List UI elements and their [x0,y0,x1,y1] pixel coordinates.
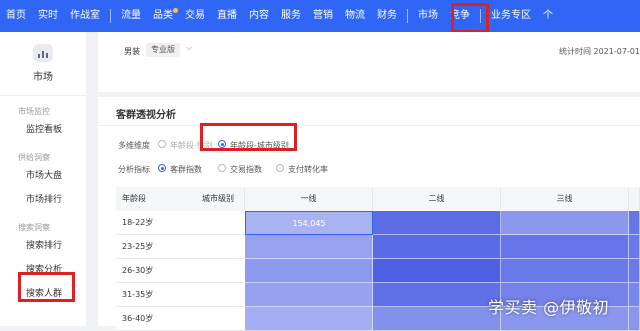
row-label: 36-40岁 [116,307,245,331]
nav-item[interactable]: 市场 [412,0,444,32]
column-header: 一线 [245,187,373,211]
panel-title: 客群透视分析 [116,110,176,121]
radio-crowd-index[interactable] [158,164,166,172]
heatmap-cell[interactable] [245,283,373,307]
metric-label: 分析指标 [118,165,150,174]
column-header: 三线 [501,187,629,211]
nav-item[interactable]: 品类 [147,0,179,32]
heatmap-cell[interactable] [501,259,629,283]
nav-item[interactable]: 服务 [275,0,307,32]
nav-item[interactable]: 物流 [339,0,371,32]
nav-item[interactable]: 交易 [179,0,211,32]
sidebar-group-label: 市场监控 [18,107,50,116]
radio-pay-conversion[interactable] [276,164,284,172]
new-dot-icon [173,8,178,13]
heatmap-cell[interactable] [245,307,373,331]
nav-item[interactable]: 营销 [307,0,339,32]
watermark: 学买卖 @伊敬初 [488,298,610,317]
nav-item[interactable]: 业务专区 [485,0,537,32]
nav-item[interactable]: 直播 [211,0,243,32]
filter-bar: 男装 专业版 ⌵ 统计时间 2021-07-01 [98,32,640,92]
heatmap-cell[interactable] [629,235,640,259]
corner-left-label: 年龄段 [122,194,146,203]
heatmap-cell[interactable] [629,211,640,235]
sidebar-item[interactable]: 搜索排行 [0,234,86,258]
market-chart-icon [33,44,53,62]
sidebar-title: 市场 [33,72,53,83]
heatmap-cell[interactable] [373,307,501,331]
nav-separator [110,9,111,23]
radio-trade-index[interactable] [218,164,226,172]
row-label: 31-35岁 [116,283,245,307]
heatmap-cell[interactable] [245,235,373,259]
column-header: 二线 [373,187,501,211]
heatmap-cell[interactable] [245,259,373,283]
sidebar-item[interactable]: 监控看板 [0,118,86,142]
divider [98,125,640,126]
sidebar-group-label: 供给洞察 [18,153,50,162]
sidebar-item[interactable]: 市场排行 [0,188,86,212]
radio-age-gender[interactable] [158,140,166,148]
sidebar-header[interactable]: 市场 [0,32,86,96]
heatmap-cell[interactable] [629,259,640,283]
nav-item[interactable]: 流量 [115,0,147,32]
top-nav: 首页 实时 作战室 流量 品类 交易 直播 内容 服务 营销 物流 财务 市场 竞争 业务专区个 [0,0,640,32]
radio-trade-index-label[interactable]: 交易指数 [230,164,262,175]
column-header-partial [629,187,640,211]
stat-time: 统计时间 2021-07-01 [558,47,640,56]
sidebar-group-label: 搜索洞察 [18,223,50,232]
nav-item[interactable]: 实时 [32,0,64,32]
heatmap-cell[interactable] [501,235,629,259]
nav-item[interactable]: 财务 [371,0,403,32]
heatmap-cell[interactable] [501,211,629,235]
nav-item[interactable]: 内容 [243,0,275,32]
nav-item[interactable]: 作战室 [64,0,106,32]
heatmap-cell[interactable] [373,211,501,235]
heatmap-cell[interactable]: 154,045 [245,211,373,235]
option-highlight-box [200,123,297,151]
nav-item-label: 品类 [153,10,173,21]
heatmap-cell[interactable] [629,283,640,307]
heatmap-cell[interactable] [373,259,501,283]
sidebar-item[interactable]: 市场大盘 [0,164,86,188]
row-label: 26-30岁 [116,259,245,283]
nav-item[interactable]: 个 [537,0,559,32]
heatmap-cell[interactable] [373,235,501,259]
nav-highlight-box [451,3,489,33]
row-label: 23-25岁 [116,235,245,259]
corner-right-label: 城市级别 [202,194,234,203]
table-corner-header: 年龄段 城市级别 [116,187,245,211]
heatmap-cell[interactable] [373,283,501,307]
chevron-down-icon[interactable]: ⌵ [186,43,192,53]
sidebar-highlight-box [18,272,75,302]
nav-separator [407,9,408,23]
heatmap-cell[interactable] [629,307,640,331]
row-label: 18-22岁 [116,211,245,235]
radio-crowd-index-label[interactable]: 客群指数 [170,164,202,175]
nav-item[interactable]: 首页 [0,0,32,32]
dimension-label: 多维维度 [118,141,150,150]
edition-badge[interactable]: 专业版 [146,43,180,57]
crowd-analysis-panel: 客群透视分析 多维维度 年龄段-性别 年龄段-城市级别 分析指标 客群指数 交易… [98,97,640,331]
radio-pay-conversion-label[interactable]: 支付转化率 [288,164,328,175]
category-label[interactable]: 男装 [124,46,140,57]
